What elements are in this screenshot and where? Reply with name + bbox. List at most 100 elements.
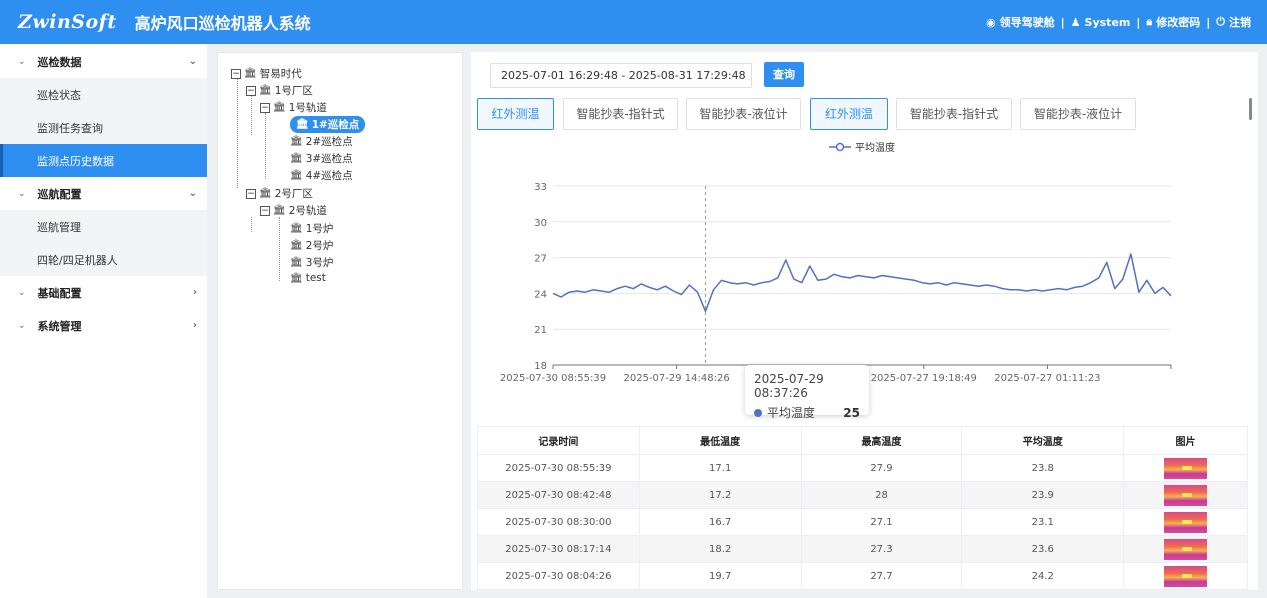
y-tick-label: 33 (534, 182, 547, 193)
menu-group-system-management[interactable]: ⌄ 系统管理 › (0, 309, 207, 342)
tree-node-label: 1号轨道 (288, 102, 327, 114)
chevron-right-icon: › (192, 320, 197, 331)
table-row: 2025-07-30 08:55:39 17.1 27.9 23.8 (477, 454, 1248, 482)
chart-tooltip: 2025-07-29 08:37:26 平均温度 25 (745, 365, 869, 420)
thermal-image-thumbnail[interactable] (1164, 484, 1208, 506)
tree-node-furnace-1[interactable]: 🏛︎ 1号炉 (290, 221, 333, 236)
sidebar: ⌄ 巡检数据 ⌄ 巡检状态 监测任务查询 监测点历史数据 ⌄ 巡航配置 ⌄ 巡航… (0, 44, 207, 598)
cell-time: 2025-07-30 08:04:26 (477, 562, 640, 590)
tree-node-track2[interactable]: − 🏛︎ 2号轨道 (260, 203, 327, 218)
series-line-average-temperature (552, 253, 1172, 313)
user-link[interactable]: System (1085, 16, 1131, 29)
logout-link[interactable]: 注销 (1229, 14, 1251, 30)
chevron-down-icon: ⌄ (188, 188, 197, 199)
change-password-link[interactable]: 修改密码 (1156, 14, 1200, 30)
legend-line-icon (829, 142, 851, 151)
collapse-icon[interactable]: − (260, 205, 270, 216)
thermal-image-thumbnail[interactable] (1164, 511, 1208, 533)
cell-time: 2025-07-30 08:17:14 (477, 535, 640, 563)
column-header: 记录时间 (477, 426, 640, 455)
dashboard-icon: ◉ (986, 15, 996, 29)
dashboard-link[interactable]: 领导驾驶舱 (1000, 14, 1055, 30)
column-header: 最低温度 (639, 426, 802, 455)
tab-meter-level-2[interactable]: 智能抄表-液位计 (1020, 98, 1136, 130)
tree-node-furnace-3[interactable]: 🏛︎ 3号炉 (290, 255, 333, 270)
tree-node-area1[interactable]: − 🏛︎ 1号厂区 (246, 83, 313, 98)
cell-max: 27.3 (801, 535, 963, 563)
y-tick-label: 21 (534, 325, 547, 336)
building-icon: 🏛︎ (273, 205, 286, 216)
building-icon: 🏛︎ (259, 85, 272, 96)
building-icon: 🏛︎ (290, 153, 303, 164)
collapse-icon[interactable]: − (246, 85, 256, 96)
cell-avg: 24.2 (961, 562, 1125, 590)
menu-group-basic-config[interactable]: ⌄ 基础配置 › (0, 276, 207, 309)
menu-group-cruise-config[interactable]: ⌄ 巡航配置 ⌄ (0, 177, 207, 210)
menu-item-inspection-status[interactable]: 巡检状态 (0, 78, 207, 111)
tree-node-furnace-2[interactable]: 🏛︎ 2号炉 (290, 238, 333, 253)
y-tick-label: 30 (534, 218, 547, 229)
tree-node-track1[interactable]: − 🏛︎ 1号轨道 (260, 100, 327, 115)
tree-node-point-1[interactable]: 🏛︎ 1#巡检点 (290, 116, 366, 133)
power-icon: ⏻ (1216, 15, 1225, 28)
menu-item-task-query[interactable]: 监测任务查询 (0, 111, 207, 144)
building-icon: 🏛︎ (290, 272, 303, 284)
tree-node-label: 2号轨道 (288, 205, 327, 217)
date-range-picker[interactable]: 2025-07-01 16:29:48 - 2025-08-31 17:29:4… (490, 63, 752, 88)
cell-image (1123, 454, 1248, 482)
cell-max: 27.1 (801, 508, 963, 536)
building-icon: 🏛︎ (290, 170, 303, 181)
cell-image (1123, 508, 1248, 536)
thermal-image-thumbnail[interactable] (1164, 457, 1208, 479)
tab-meter-pointer-1[interactable]: 智能抄表-指针式 (563, 98, 678, 130)
tree-node-label: 智易时代 (259, 68, 302, 80)
tree-node-root[interactable]: − 🏛︎ 智易时代 (231, 66, 302, 81)
menu-item-point-history[interactable]: 监测点历史数据 (0, 144, 207, 177)
tree-node-point-2[interactable]: 🏛︎ 2#巡检点 (290, 134, 353, 149)
column-header: 图片 (1123, 426, 1248, 455)
x-tick-label: 2025-07-27 19:18:49 (871, 373, 977, 384)
collapse-icon[interactable]: − (231, 68, 241, 79)
table-row: 2025-07-30 08:17:14 18.2 27.3 23.6 (477, 535, 1248, 563)
thermal-image-thumbnail[interactable] (1164, 565, 1208, 587)
history-table: 记录时间 最低温度 最高温度 平均温度 图片 2025-07-30 08:55:… (477, 426, 1248, 590)
tree-connector (265, 113, 266, 179)
column-header: 最高温度 (801, 426, 963, 455)
tree-node-point-4[interactable]: 🏛︎ 4#巡检点 (290, 168, 353, 183)
menu-group-inspection-data[interactable]: ⌄ 巡检数据 ⌄ (0, 45, 207, 78)
chevron-down-icon: ⌄ (18, 188, 26, 199)
lock-icon: 🔒︎ (1146, 15, 1153, 28)
menu-item-cruise-management[interactable]: 巡航管理 (0, 210, 207, 243)
tree-node-area2[interactable]: − 🏛︎ 2号厂区 (246, 186, 313, 201)
tree-node-label: 1#巡检点 (311, 119, 360, 131)
tab-infrared-2[interactable]: 红外测温 (810, 98, 888, 130)
menu-item-robots[interactable]: 四轮/四足机器人 (0, 243, 207, 276)
query-button[interactable]: 查询 (764, 62, 804, 87)
tab-meter-level-1[interactable]: 智能抄表-液位计 (686, 98, 801, 130)
thermal-image-thumbnail[interactable] (1164, 538, 1208, 560)
tree-connector (279, 217, 280, 281)
cell-image (1123, 562, 1248, 590)
cell-min: 17.2 (639, 481, 802, 509)
menu-group-label: 巡航配置 (37, 187, 82, 201)
tree-node-point-3[interactable]: 🏛︎ 3#巡检点 (290, 151, 353, 166)
cell-min: 19.7 (639, 562, 802, 590)
collapse-icon[interactable]: − (246, 188, 256, 199)
y-tick-label: 27 (534, 254, 547, 265)
tree-node-test[interactable]: 🏛︎ test (290, 272, 326, 284)
temperature-chart[interactable]: 18 21 24 27 30 33 2025-07-30 08:55:39 2025-07-2… (471, 152, 1258, 392)
tab-infrared-1[interactable]: 红外测温 (477, 98, 554, 130)
scrollbar-thumb[interactable] (1249, 98, 1252, 120)
cell-max: 28 (801, 481, 963, 509)
chevron-down-icon: ⌄ (18, 320, 26, 331)
building-icon: 🏛︎ (244, 68, 257, 79)
chevron-down-icon: ⌄ (18, 56, 26, 67)
separator: | (1206, 15, 1211, 29)
cell-min: 16.7 (639, 508, 802, 536)
tab-meter-pointer-2[interactable]: 智能抄表-指针式 (896, 98, 1012, 130)
user-icon: ♟ (1070, 15, 1081, 29)
main-panel: 2025-07-01 16:29:48 - 2025-08-31 17:29:4… (471, 52, 1258, 590)
header-links: ◉ 领导驾驶舱 | ♟ System | 🔒︎ 修改密码 | ⏻ 注销 (986, 14, 1251, 30)
collapse-icon[interactable]: − (260, 102, 270, 113)
cell-max: 27.9 (801, 454, 963, 482)
